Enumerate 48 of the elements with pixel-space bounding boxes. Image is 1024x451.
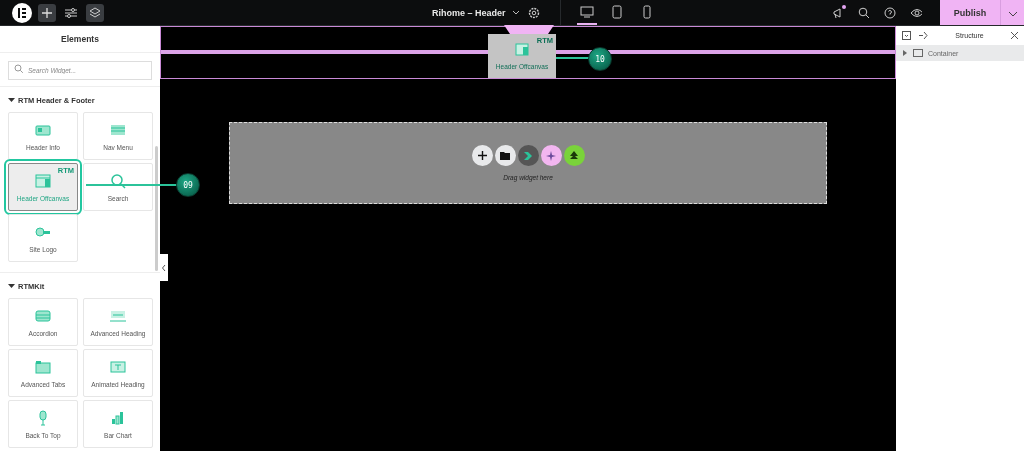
side-panel-icon <box>34 172 52 189</box>
template-folder-button[interactable] <box>494 145 516 166</box>
logo-icon[interactable] <box>12 2 32 23</box>
settings-icon[interactable] <box>527 6 540 19</box>
megaphone-icon[interactable] <box>832 6 844 19</box>
tree-icon <box>570 150 578 161</box>
container-handle[interactable] <box>504 25 554 34</box>
collapse-all-icon[interactable] <box>919 31 928 40</box>
sparkle-icon <box>546 150 556 161</box>
caret-icon <box>903 50 908 56</box>
monitor-icon <box>579 5 594 18</box>
sliders-icon <box>65 7 77 18</box>
accordion-icon <box>34 307 52 324</box>
caret-icon <box>8 97 15 104</box>
tablet-icon <box>611 4 622 19</box>
folder-icon <box>500 151 510 160</box>
preview-eye-icon[interactable] <box>910 6 922 19</box>
publish-button[interactable]: Publish <box>940 0 1000 25</box>
scrollbar[interactable] <box>155 146 158 271</box>
animated-heading-icon <box>109 358 127 375</box>
help-icon[interactable] <box>884 6 896 19</box>
container-icon <box>913 49 923 57</box>
ai-sparkle-button[interactable] <box>540 145 562 166</box>
tree-logo-button[interactable] <box>563 145 585 166</box>
phone-icon <box>642 4 651 19</box>
search-icon <box>109 172 127 189</box>
add-section-button[interactable] <box>471 145 493 166</box>
close-icon[interactable] <box>1011 32 1018 39</box>
step-number-badge: 10 <box>588 47 612 71</box>
chevron-down-icon <box>1007 11 1018 17</box>
search-icon <box>14 64 23 73</box>
caret-icon <box>8 283 15 290</box>
search-icon[interactable] <box>858 6 870 19</box>
document-title-dropdown[interactable]: Rihome – Header <box>424 7 528 18</box>
layers-button[interactable] <box>86 3 104 22</box>
layers-icon <box>89 6 101 19</box>
tabs-icon <box>34 358 52 375</box>
plus-icon <box>42 7 52 18</box>
step-number-badge: 09 <box>176 173 200 197</box>
collapse-panel-button[interactable] <box>160 254 168 281</box>
side-panel-icon <box>515 42 529 56</box>
add-button[interactable] <box>38 3 56 22</box>
chevron-down-icon <box>511 10 520 15</box>
plus-icon <box>477 151 487 160</box>
chevron-logo-icon <box>523 150 533 161</box>
chevron-left-icon <box>162 264 166 271</box>
panel-title: Elements <box>0 26 160 53</box>
panel-toggle-icon[interactable] <box>902 31 911 40</box>
